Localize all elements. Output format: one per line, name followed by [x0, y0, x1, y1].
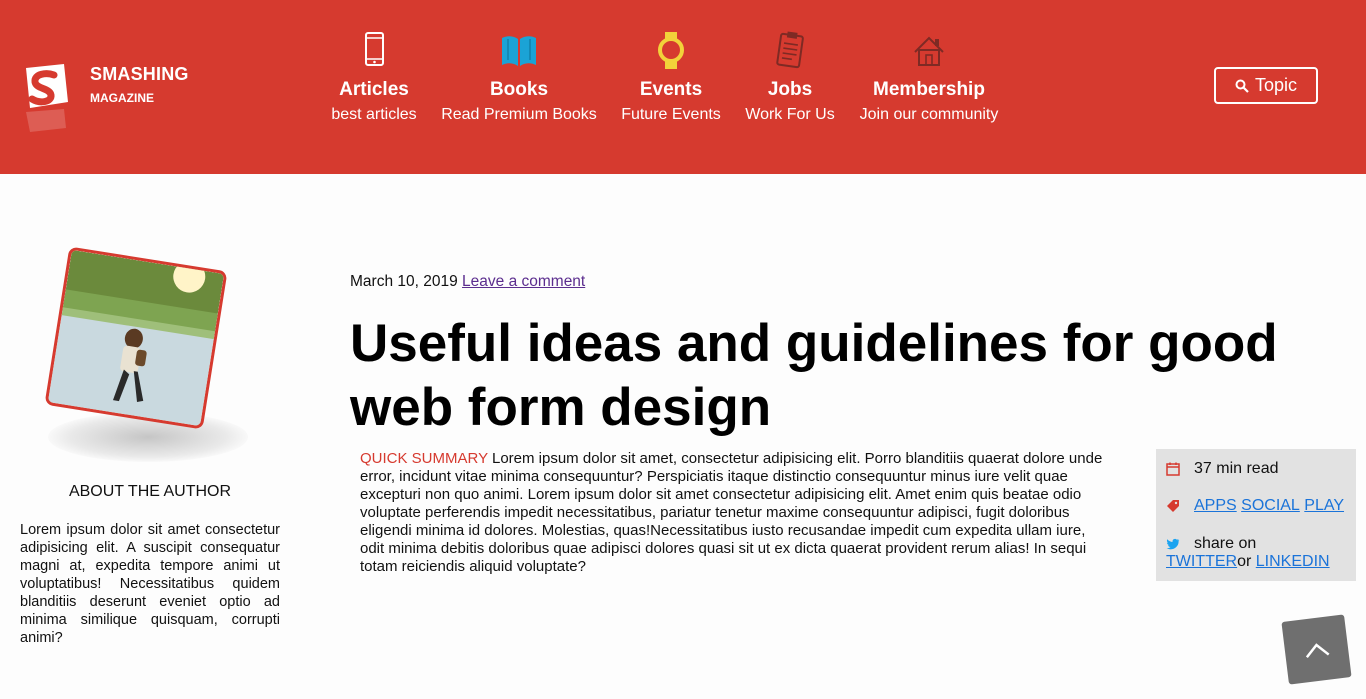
read-time-row: 37 min read [1166, 460, 1279, 478]
share-label: share on [1194, 535, 1257, 552]
article-title: Useful ideas and guidelines for good web… [350, 314, 1278, 437]
phone-icon [365, 32, 384, 66]
nav-item-articles[interactable]: Articles best articles [320, 30, 428, 127]
watch-icon [658, 32, 684, 69]
site-logo[interactable]: SMASHING MAGAZINE [20, 62, 200, 132]
book-icon [502, 36, 536, 66]
topic-button-label: Topic [1254, 75, 1298, 95]
tag-icon [1167, 500, 1179, 512]
share-twitter-link[interactable]: TWITTER [1166, 553, 1237, 570]
tag-play[interactable]: PLAY [1304, 497, 1344, 515]
nav-subtitle-books: Read Premium Books [441, 106, 597, 123]
nav-item-events[interactable]: Events Future Events [616, 30, 726, 127]
about-author-heading: ABOUT THE AUTHOR [68, 483, 232, 500]
clipboard-icon [776, 31, 804, 69]
nav-item-books[interactable]: Books Read Premium Books [440, 30, 598, 127]
author-bio: Lorem ipsum dolor sit amet consectetur a… [20, 522, 280, 646]
share-row: share on [1166, 535, 1256, 553]
brand-subtitle: MAGAZINE [90, 91, 154, 105]
twitter-icon [1166, 538, 1180, 550]
brand-name: SMASHING [90, 64, 189, 84]
scroll-to-top-button[interactable] [1281, 614, 1352, 685]
quick-summary: QUICK SUMMARY Lorem ipsum dolor sit amet… [360, 450, 1105, 576]
smashing-logo-icon [26, 64, 68, 132]
nav-title-membership: Membership [873, 79, 985, 100]
article-info-box: 37 min read APPS SOCIAL PLAY share on TW… [1156, 449, 1356, 581]
share-linkedin-link[interactable]: LINKEDIN [1256, 553, 1330, 570]
article-date: March 10, 2019 [350, 273, 458, 290]
calendar-icon [1166, 462, 1180, 476]
site-header: SMASHING MAGAZINE Articles best articles… [0, 0, 1366, 174]
leave-comment-link[interactable]: Leave a comment [462, 273, 585, 290]
nav-subtitle-jobs: Work For Us [745, 106, 835, 123]
tag-apps[interactable]: APPS [1194, 497, 1237, 515]
quick-summary-text: Lorem ipsum dolor sit amet, consectetur … [360, 450, 1103, 575]
article-meta: March 10, 2019 Leave a comment [350, 273, 585, 291]
nav-title-articles: Articles [339, 79, 409, 100]
chevron-up-icon [1305, 642, 1329, 658]
nav-item-jobs[interactable]: Jobs Work For Us [740, 30, 840, 127]
share-or: or [1237, 553, 1252, 570]
tags-row: APPS SOCIAL PLAY [1166, 497, 1344, 515]
nav-title-events: Events [639, 79, 703, 100]
nav-subtitle-articles: best articles [331, 106, 417, 123]
nav-title-books: Books [489, 79, 549, 100]
home-icon [914, 36, 944, 66]
author-photo-image [47, 249, 225, 427]
nav-subtitle-events: Future Events [621, 106, 721, 123]
author-photo [44, 246, 228, 430]
nav-item-membership[interactable]: Membership Join our community [854, 30, 1004, 127]
topic-search-button[interactable]: Topic [1214, 67, 1318, 104]
read-time: 37 min read [1194, 460, 1279, 477]
share-links: TWITTERor LINKEDIN [1166, 553, 1330, 571]
nav-subtitle-membership: Join our community [859, 106, 999, 123]
nav-title-jobs: Jobs [767, 79, 813, 100]
search-icon [1235, 79, 1249, 93]
tag-social[interactable]: SOCIAL [1241, 497, 1300, 515]
quick-summary-label: QUICK SUMMARY [360, 450, 488, 467]
